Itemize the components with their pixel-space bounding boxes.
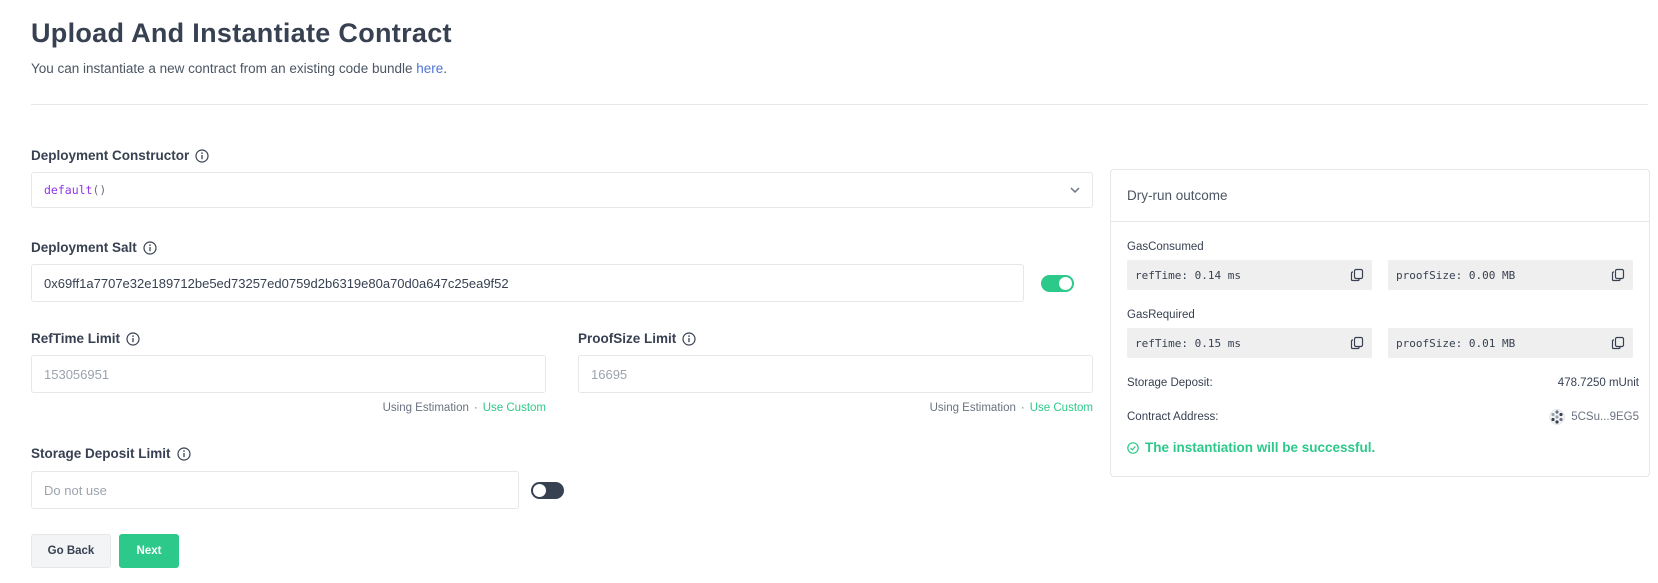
gas-required-proofsize: proofSize: 0.01 MB (1388, 328, 1633, 358)
salt-label-text: Deployment Salt (31, 240, 137, 255)
page-header: Upload And Instantiate Contract You can … (31, 18, 452, 76)
reftime-placeholder: 153056951 (44, 366, 110, 382)
storage-limit-label: Storage Deposit Limit (31, 446, 191, 461)
storage-deposit-label: Storage Deposit: (1127, 377, 1213, 389)
storage-limit-label-text: Storage Deposit Limit (31, 446, 171, 461)
toggle-knob (1059, 277, 1072, 290)
contract-address[interactable]: 5CSu...9EG5 (1549, 409, 1639, 425)
chevron-down-icon (1068, 183, 1082, 197)
reftime-use-custom-link[interactable]: Use Custom (483, 402, 546, 414)
success-message: The instantiation will be successful. (1127, 440, 1375, 455)
success-text: The instantiation will be successful. (1145, 440, 1376, 455)
toggle-knob (533, 484, 546, 497)
info-icon[interactable] (176, 446, 191, 461)
gas-required-reftime: refTime: 0.15 ms (1127, 328, 1372, 358)
proofsize-estimation: Using Estimation · Use Custom (930, 402, 1093, 414)
dry-run-panel: Dry-run outcome GasConsumed refTime: 0.1… (1110, 169, 1650, 477)
gas-required-label: GasRequired (1127, 309, 1195, 321)
contract-address-row: Contract Address: 5CSu...9EG5 (1127, 409, 1639, 425)
proofsize-use-custom-link[interactable]: Use Custom (1030, 402, 1093, 414)
proofsize-input[interactable]: 16695 (578, 355, 1093, 393)
storage-limit-input[interactable]: Do not use (31, 471, 519, 509)
gas-consumed-reftime-value: refTime: 0.14 ms (1135, 268, 1241, 282)
proofsize-estimation-text: Using Estimation (929, 402, 1016, 414)
reftime-estimation-text: Using Estimation (382, 402, 469, 414)
page-title: Upload And Instantiate Contract (31, 18, 452, 48)
storage-limit-toggle[interactable] (531, 482, 564, 499)
subtitle-period: . (443, 61, 448, 76)
constructor-value: default() (44, 183, 106, 197)
reftime-label: RefTime Limit (31, 331, 140, 346)
proofsize-label-text: ProofSize Limit (578, 331, 677, 346)
salt-input[interactable]: 0x69ff1a7707e32e189712be5ed73257ed0759d2… (31, 264, 1024, 302)
storage-limit-placeholder: Do not use (44, 482, 107, 498)
check-circle-icon (1127, 441, 1139, 454)
next-button[interactable]: Next (119, 534, 179, 568)
identicon-icon (1549, 409, 1565, 425)
contract-address-label: Contract Address: (1127, 411, 1219, 423)
separator-dot: · (1020, 402, 1025, 414)
proofsize-placeholder: 16695 (591, 366, 628, 382)
copy-icon[interactable] (1611, 336, 1625, 350)
copy-icon[interactable] (1611, 268, 1625, 282)
info-icon[interactable] (143, 240, 157, 255)
gas-consumed-label: GasConsumed (1127, 241, 1204, 253)
salt-label: Deployment Salt (31, 240, 157, 255)
reftime-estimation: Using Estimation · Use Custom (383, 402, 546, 414)
info-icon[interactable] (682, 331, 696, 346)
storage-deposit-row: Storage Deposit: 478.7250 mUnit (1127, 377, 1639, 389)
subtitle-text: You can instantiate a new contract from … (31, 61, 413, 76)
proofsize-label: ProofSize Limit (578, 331, 696, 346)
dry-run-title: Dry-run outcome (1111, 170, 1649, 222)
salt-toggle[interactable] (1041, 275, 1074, 292)
gas-consumed-proofsize: proofSize: 0.00 MB (1388, 260, 1633, 290)
constructor-keyword: default (44, 183, 93, 197)
salt-value: 0x69ff1a7707e32e189712be5ed73257ed0759d2… (44, 275, 509, 291)
gas-required-proofsize-value: proofSize: 0.01 MB (1396, 336, 1516, 350)
info-icon[interactable] (195, 148, 209, 163)
here-link[interactable]: here (416, 61, 443, 76)
copy-icon[interactable] (1350, 336, 1364, 350)
go-back-button[interactable]: Go Back (31, 534, 111, 568)
info-icon[interactable] (126, 331, 140, 346)
reftime-input[interactable]: 153056951 (31, 355, 546, 393)
reftime-label-text: RefTime Limit (31, 331, 121, 346)
constructor-label-text: Deployment Constructor (31, 148, 190, 163)
header-divider (31, 104, 1648, 105)
gas-consumed-proofsize-value: proofSize: 0.00 MB (1396, 268, 1516, 282)
constructor-label: Deployment Constructor (31, 148, 209, 163)
page-subtitle: You can instantiate a new contract from … (31, 61, 452, 76)
constructor-select[interactable]: default() (31, 172, 1093, 208)
constructor-parens: () (92, 183, 107, 197)
storage-deposit-value: 478.7250 mUnit (1557, 377, 1639, 389)
separator-dot: · (473, 402, 478, 414)
copy-icon[interactable] (1350, 268, 1364, 282)
gas-consumed-reftime: refTime: 0.14 ms (1127, 260, 1372, 290)
gas-required-reftime-value: refTime: 0.15 ms (1135, 336, 1241, 350)
contract-address-value: 5CSu...9EG5 (1571, 411, 1639, 423)
